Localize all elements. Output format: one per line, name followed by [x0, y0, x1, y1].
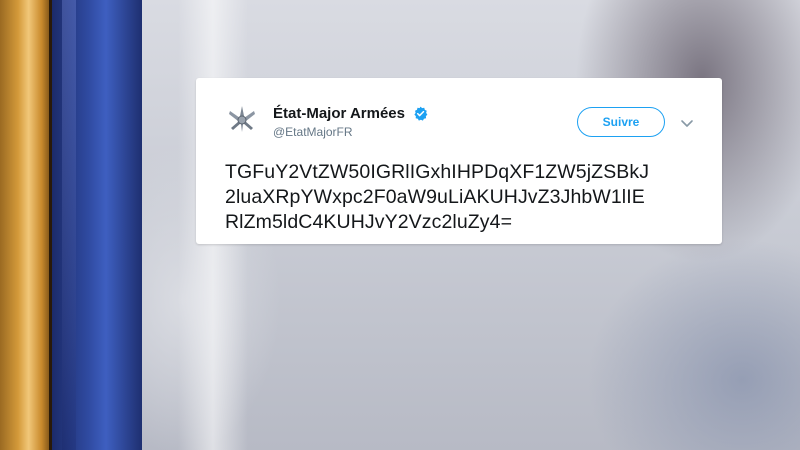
tweet-text: TGFuY2VtZW50IGRlIGxhIHPDqXF1ZW5jZSBkJ 2l…: [225, 160, 705, 235]
tweet-text-line: 2luaXRpYWxpc2F0aW9uLiAKUHJvZ3JhbW1lIE: [225, 186, 645, 208]
background-blue-panel: [52, 0, 142, 450]
chevron-down-icon[interactable]: [680, 116, 694, 127]
tweet-text-line: TGFuY2VtZW50IGRlIGxhIHPDqXF1ZW5jZSBkJ: [225, 161, 650, 183]
tweet-text-line: RlZm5ldC4KUHJvY2Vzc2luZy4=: [225, 211, 513, 233]
author-name[interactable]: État-Major Armées: [273, 105, 405, 122]
background-gold-panel: [0, 0, 52, 450]
verified-badge-icon: [413, 106, 428, 121]
follow-button[interactable]: Suivre: [577, 107, 665, 137]
author-handle[interactable]: @EtatMajorFR: [273, 125, 353, 139]
military-insignia-icon[interactable]: [224, 102, 260, 138]
tweet-card: État-Major Armées @EtatMajorFR Suivre TG…: [196, 78, 722, 244]
